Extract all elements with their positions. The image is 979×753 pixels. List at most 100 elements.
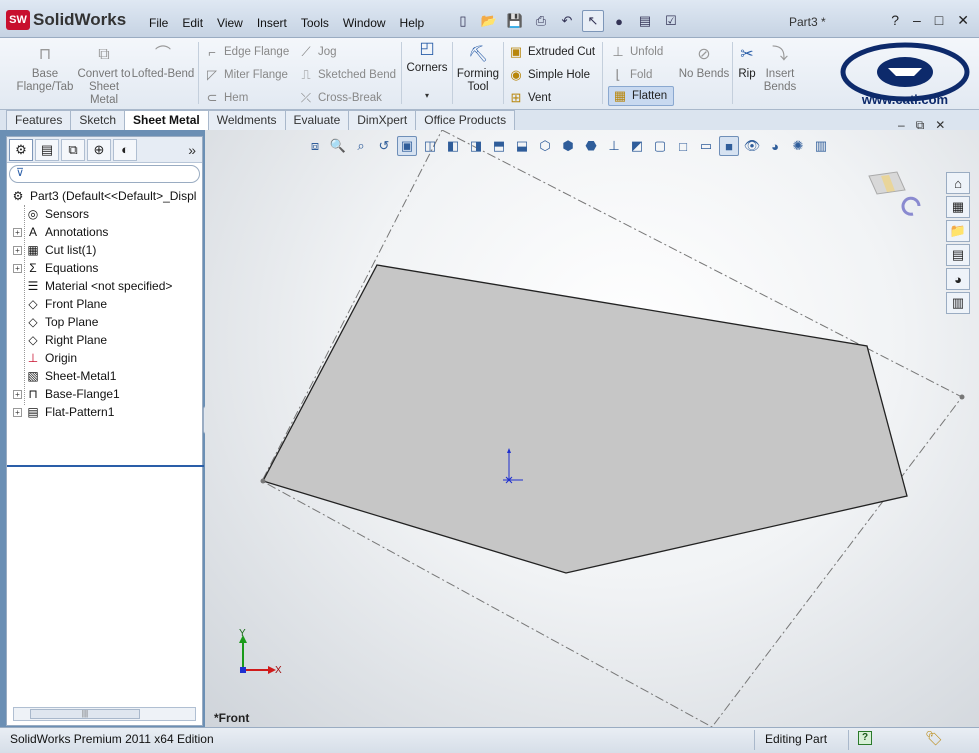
- dimxpert-manager-tab-icon[interactable]: ⊕: [87, 138, 111, 161]
- menu-insert[interactable]: Insert: [250, 14, 294, 32]
- view-settings-icon[interactable]: ▥: [811, 136, 831, 156]
- convert-to-sheet-metal-button[interactable]: ⧉ Convert to Sheet Metal: [76, 47, 132, 107]
- minimize-icon[interactable]: –: [913, 12, 921, 29]
- fold-button[interactable]: ⌊ Fold: [610, 67, 652, 83]
- options-icon[interactable]: ☑: [660, 10, 682, 32]
- expand-icon[interactable]: +: [13, 227, 22, 237]
- corners-button[interactable]: ◰ Corners ▾: [404, 41, 450, 102]
- doc-restore-icon[interactable]: ⧉: [916, 118, 925, 133]
- tree-item-sensors[interactable]: ◎ Sensors: [7, 205, 202, 223]
- appearances-scenes-icon[interactable]: ◕: [946, 268, 970, 290]
- previous-view-icon[interactable]: ↺: [374, 136, 394, 156]
- insert-bends-button[interactable]: ⤵ Insert Bends: [760, 47, 800, 94]
- tree-item-flat-pattern[interactable]: + ▤ Flat-Pattern1: [7, 403, 202, 421]
- menu-help[interactable]: Help: [393, 14, 432, 32]
- menu-tools[interactable]: Tools: [294, 14, 336, 32]
- help-dropdown-icon[interactable]: ?: [891, 12, 899, 29]
- menu-view[interactable]: View: [210, 14, 250, 32]
- apply-scene-icon[interactable]: ✺: [788, 136, 808, 156]
- feature-tree-tab-icon[interactable]: ⚙: [9, 138, 33, 161]
- tree-item-base-flange[interactable]: + ⊓ Base-Flange1: [7, 385, 202, 403]
- bottom-view-icon[interactable]: ⬓: [512, 136, 532, 156]
- corners-dropdown-icon[interactable]: ▾: [404, 89, 450, 102]
- lofted-bend-button[interactable]: ⌒ Lofted-Bend: [130, 47, 196, 81]
- sketched-bend-button[interactable]: ⎍ Sketched Bend: [298, 67, 396, 83]
- tab-evaluate[interactable]: Evaluate: [284, 110, 350, 130]
- tab-sketch[interactable]: Sketch: [70, 110, 126, 130]
- tree-item-equations[interactable]: + Σ Equations: [7, 259, 202, 277]
- quick-tips-help-icon[interactable]: ?: [858, 731, 872, 745]
- extruded-cut-button[interactable]: ▣ Extruded Cut: [508, 44, 595, 60]
- right-view-icon[interactable]: ◨: [466, 136, 486, 156]
- print-icon[interactable]: ⎙: [530, 10, 552, 32]
- tab-features[interactable]: Features: [6, 110, 72, 130]
- simple-hole-button[interactable]: ◉ Simple Hole: [508, 67, 590, 83]
- rollback-bar[interactable]: [7, 465, 204, 467]
- miter-flange-button[interactable]: ◸ Miter Flange: [204, 67, 288, 83]
- trimetric-view-icon[interactable]: ⬢: [558, 136, 578, 156]
- tree-item-material[interactable]: ☰ Material <not specified>: [7, 277, 202, 295]
- new-document-icon[interactable]: ▯: [452, 10, 474, 32]
- shaded-icon[interactable]: ■: [719, 136, 739, 156]
- edit-appearance-icon[interactable]: ◕: [765, 136, 785, 156]
- menu-edit[interactable]: Edit: [175, 14, 210, 32]
- isometric-view-icon[interactable]: ⬡: [535, 136, 555, 156]
- tree-item-right-plane[interactable]: ◇ Right Plane: [7, 331, 202, 349]
- expand-tabs-icon[interactable]: »: [188, 142, 196, 158]
- unfold-button[interactable]: ⊥ Unfold: [610, 44, 663, 60]
- solidworks-logo[interactable]: SW SolidWorks: [6, 9, 126, 31]
- open-folder-icon[interactable]: 📂: [478, 10, 500, 32]
- menu-file[interactable]: File: [142, 14, 175, 32]
- tree-root-part[interactable]: ⚙ Part3 (Default<<Default>_Displ: [7, 187, 202, 205]
- back-view-icon[interactable]: ◫: [420, 136, 440, 156]
- design-library-icon[interactable]: ▦: [946, 196, 970, 218]
- zoom-to-fit-icon[interactable]: 🔍: [328, 136, 348, 156]
- flatten-button[interactable]: ▦ Flatten: [608, 86, 675, 106]
- doc-minimize-icon[interactable]: –: [898, 118, 905, 133]
- select-pointer-icon[interactable]: ↖: [582, 10, 604, 32]
- tree-item-sheet-metal[interactable]: ▧ Sheet-Metal1: [7, 367, 202, 385]
- cross-break-button[interactable]: ⤫ Cross-Break: [298, 90, 382, 106]
- scrollbar-thumb[interactable]: |||: [30, 709, 140, 719]
- jog-button[interactable]: ⟋ Jog: [298, 44, 336, 60]
- tree-item-annotations[interactable]: + A Annotations: [7, 223, 202, 241]
- rip-button[interactable]: ✂ Rip: [734, 47, 760, 81]
- base-flange-button[interactable]: ⊓ Base Flange/Tab: [14, 47, 76, 94]
- forming-tool-button[interactable]: ⛏ Forming Tool: [454, 47, 502, 94]
- tree-item-front-plane[interactable]: ◇ Front Plane: [7, 295, 202, 313]
- tab-weldments[interactable]: Weldments: [207, 110, 286, 130]
- expand-icon[interactable]: +: [13, 245, 22, 255]
- view-palette-icon[interactable]: ▤: [946, 244, 970, 266]
- normal-to-icon[interactable]: ⊥: [604, 136, 624, 156]
- feature-tree-horizontal-scrollbar[interactable]: |||: [13, 707, 196, 721]
- tree-filter-input[interactable]: ⊽: [9, 165, 200, 183]
- hide-show-items-icon[interactable]: 👁: [742, 136, 762, 156]
- top-view-icon[interactable]: ⬒: [489, 136, 509, 156]
- hidden-lines-visible-icon[interactable]: ▢: [650, 136, 670, 156]
- property-manager-tab-icon[interactable]: ▤: [35, 138, 59, 161]
- expand-icon[interactable]: +: [13, 389, 22, 399]
- zoom-area-icon[interactable]: ⌕: [351, 136, 371, 156]
- rebuild-traffic-light-icon[interactable]: ●: [608, 10, 630, 32]
- hem-button[interactable]: ⊂ Hem: [204, 90, 249, 106]
- expand-icon[interactable]: +: [13, 407, 22, 417]
- tab-office-products[interactable]: Office Products: [415, 110, 516, 130]
- expand-icon[interactable]: +: [13, 263, 22, 273]
- solidworks-resources-icon[interactable]: ⌂: [946, 172, 970, 194]
- custom-properties-icon[interactable]: ▥: [946, 292, 970, 314]
- shaded-with-edges-icon[interactable]: ◩: [627, 136, 647, 156]
- tree-item-cut-list[interactable]: + ▦ Cut list(1): [7, 241, 202, 259]
- hidden-lines-removed-icon[interactable]: □: [673, 136, 693, 156]
- maximize-icon[interactable]: □: [935, 12, 943, 29]
- tree-item-top-plane[interactable]: ◇ Top Plane: [7, 313, 202, 331]
- wireframe-icon[interactable]: ▭: [696, 136, 716, 156]
- tags-icon[interactable]: 🏷: [925, 730, 943, 747]
- save-icon[interactable]: 💾: [504, 10, 526, 32]
- display-manager-tab-icon[interactable]: ◐: [113, 138, 137, 161]
- configuration-manager-tab-icon[interactable]: ⧉: [61, 138, 85, 161]
- dimetric-view-icon[interactable]: ⬣: [581, 136, 601, 156]
- file-explorer-icon[interactable]: 📁: [946, 220, 970, 242]
- tab-dimxpert[interactable]: DimXpert: [348, 110, 417, 130]
- view-orientation-icon[interactable]: ⧈: [305, 136, 325, 156]
- doc-close-icon[interactable]: ✕: [935, 118, 945, 133]
